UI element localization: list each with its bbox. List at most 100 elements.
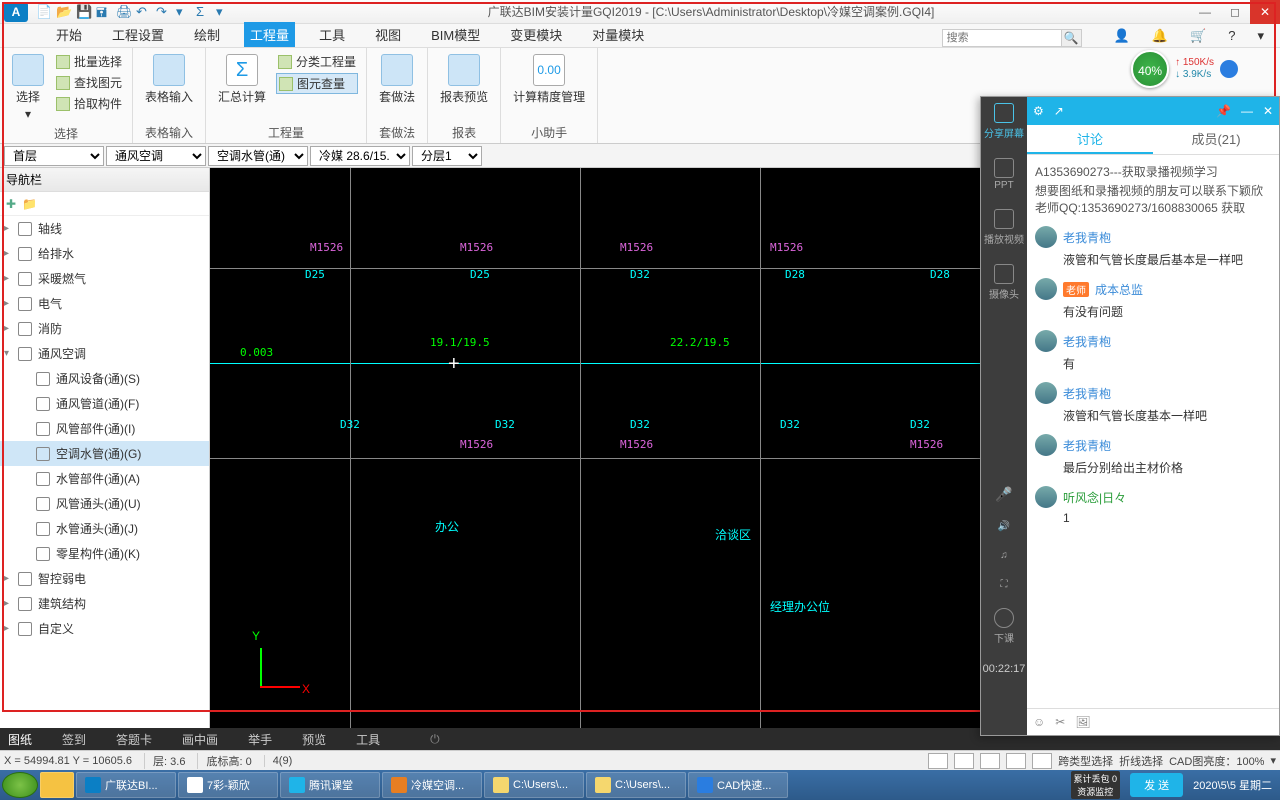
method-button[interactable]: 套做法: [375, 52, 419, 107]
toggle-icon[interactable]: [980, 753, 1000, 769]
bottom-tab[interactable]: 答题卡: [116, 731, 152, 748]
send-button[interactable]: 发 送: [1130, 773, 1183, 797]
chat-tab[interactable]: 讨论: [1027, 125, 1153, 154]
search-input[interactable]: [942, 29, 1062, 47]
tree-child[interactable]: 水管通头(通)(J): [0, 516, 209, 541]
tree-node[interactable]: 通风空调: [0, 341, 209, 366]
overflow-icon[interactable]: ▾: [1251, 25, 1270, 47]
play-video-button[interactable]: 播放视频: [984, 209, 1024, 246]
precision-button[interactable]: 0.00计算精度管理: [509, 52, 589, 107]
scissors-icon[interactable]: ✂: [1055, 715, 1065, 729]
camera-button[interactable]: 摄像头: [989, 264, 1019, 301]
tree-node[interactable]: 智控弱电: [0, 566, 209, 591]
qat-icon[interactable]: 📄: [36, 4, 52, 20]
report-preview-button[interactable]: 报表预览: [436, 52, 492, 107]
share-screen-button[interactable]: 分享屏幕: [984, 103, 1024, 140]
component-select[interactable]: 空调水管(通): [208, 146, 308, 166]
tree-child[interactable]: 风管部件(通)(I): [0, 416, 209, 441]
start-button[interactable]: [2, 772, 38, 798]
tree-node[interactable]: 自定义: [0, 616, 209, 641]
qat-icon[interactable]: ↷: [156, 4, 172, 20]
toggle-icon[interactable]: [1032, 753, 1052, 769]
bottom-tab[interactable]: 预览: [302, 731, 326, 748]
qat-icon[interactable]: Σ: [196, 4, 212, 20]
share-icon[interactable]: ↗: [1054, 104, 1064, 118]
task-item[interactable]: 冷媒空调...: [382, 772, 482, 798]
polyline-select[interactable]: 折线选择: [1119, 753, 1163, 769]
qat-icon[interactable]: ▾: [216, 4, 232, 20]
toggle-icon[interactable]: [954, 753, 974, 769]
qat-icon[interactable]: 🖨: [116, 4, 132, 20]
select-button[interactable]: 选择▾: [8, 52, 48, 123]
tree-child[interactable]: 通风管道(通)(F): [0, 391, 209, 416]
task-item[interactable]: C:\Users\...: [484, 772, 584, 798]
tree-child[interactable]: 风管通头(通)(U): [0, 491, 209, 516]
task-item[interactable]: C:\Users\...: [586, 772, 686, 798]
chat-messages[interactable]: A1353690273---获取录播视频学习想要图纸和录播视频的朋友可以联系下颖…: [1027, 155, 1279, 708]
qat-icon[interactable]: 🖬: [96, 4, 112, 20]
power-icon[interactable]: ⏻: [430, 732, 440, 747]
cart-icon[interactable]: 🛒: [1184, 25, 1212, 47]
spec-select[interactable]: 冷媒 28.6/15.9: [310, 146, 410, 166]
qat-icon[interactable]: ↶: [136, 4, 152, 20]
add-icon[interactable]: ✚: [6, 197, 16, 211]
task-item[interactable]: 7彩-颖欣: [178, 772, 278, 798]
bell-icon[interactable]: 🔔: [1146, 25, 1174, 47]
tree-child[interactable]: 水管部件(通)(A): [0, 466, 209, 491]
chat-tab[interactable]: 成员(21): [1153, 125, 1279, 154]
pin-icon[interactable]: 📌: [1216, 104, 1231, 118]
element-qty[interactable]: 图元查量: [276, 73, 358, 94]
user-icon[interactable]: 👤: [1108, 25, 1136, 47]
table-input-button[interactable]: 表格输入: [141, 52, 197, 107]
accel-ball-icon[interactable]: [1220, 60, 1238, 78]
qat-icon[interactable]: ▾: [176, 4, 192, 20]
category-qty[interactable]: 分类工程量: [276, 52, 358, 71]
maximize-button[interactable]: ◻: [1220, 0, 1250, 24]
qat-icon[interactable]: 💾: [76, 4, 92, 20]
settings-icon[interactable]: ⚙: [1033, 104, 1044, 118]
brightness-label[interactable]: CAD图亮度：100%: [1169, 753, 1264, 769]
percent-badge[interactable]: 40%: [1131, 50, 1169, 88]
tree-node[interactable]: 建筑结构: [0, 591, 209, 616]
tree-node[interactable]: 给排水: [0, 241, 209, 266]
tree-node[interactable]: 电气: [0, 291, 209, 316]
tab[interactable]: 工具: [313, 22, 351, 47]
emoji-icon[interactable]: ☺: [1033, 715, 1045, 729]
tab[interactable]: 绘制: [188, 22, 226, 47]
tree-node[interactable]: 消防: [0, 316, 209, 341]
tab[interactable]: 视图: [369, 22, 407, 47]
bottom-tab[interactable]: 画中画: [182, 731, 218, 748]
tree-child[interactable]: 零星构件(通)(K): [0, 541, 209, 566]
qat-icon[interactable]: 📂: [56, 4, 72, 20]
bottom-tab[interactable]: 签到: [62, 731, 86, 748]
tab[interactable]: 工程设置: [106, 22, 170, 47]
tab[interactable]: 变更模块: [504, 22, 568, 47]
tab[interactable]: 对量模块: [586, 22, 650, 47]
fullscreen-icon[interactable]: ⛶: [1001, 579, 1008, 590]
image-icon[interactable]: 🖼: [1075, 715, 1090, 729]
sum-calc-button[interactable]: Σ汇总计算: [214, 52, 270, 107]
music-icon[interactable]: ♫: [1000, 550, 1008, 561]
task-item[interactable]: CAD快速...: [688, 772, 788, 798]
floor-select[interactable]: 首层: [4, 146, 104, 166]
tab[interactable]: 工程量: [244, 22, 295, 47]
mic-icon[interactable]: 🎤: [995, 486, 1012, 503]
pick-component[interactable]: 拾取构件: [54, 94, 124, 113]
tree-child[interactable]: 空调水管(通)(G): [0, 441, 209, 466]
task-item[interactable]: 广联达BI...: [76, 772, 176, 798]
bottom-tab[interactable]: 工具: [356, 731, 380, 748]
layer-select[interactable]: 分层1: [412, 146, 482, 166]
discipline-select[interactable]: 通风空调: [106, 146, 206, 166]
bottom-tab[interactable]: 举手: [248, 731, 272, 748]
cross-type-select[interactable]: 跨类型选择: [1058, 753, 1113, 769]
tree-node[interactable]: 采暖燃气: [0, 266, 209, 291]
end-class-button[interactable]: 下课: [994, 608, 1014, 645]
toggle-icon[interactable]: [928, 753, 948, 769]
ppt-button[interactable]: PPT: [994, 158, 1014, 191]
toggle-icon[interactable]: [1006, 753, 1026, 769]
task-item[interactable]: 腾讯课堂: [280, 772, 380, 798]
close-chat-icon[interactable]: ✕: [1263, 104, 1273, 118]
batch-select[interactable]: 批量选择: [54, 52, 124, 71]
close-button[interactable]: ✕: [1250, 0, 1280, 24]
folder-icon[interactable]: 📁: [22, 197, 37, 211]
